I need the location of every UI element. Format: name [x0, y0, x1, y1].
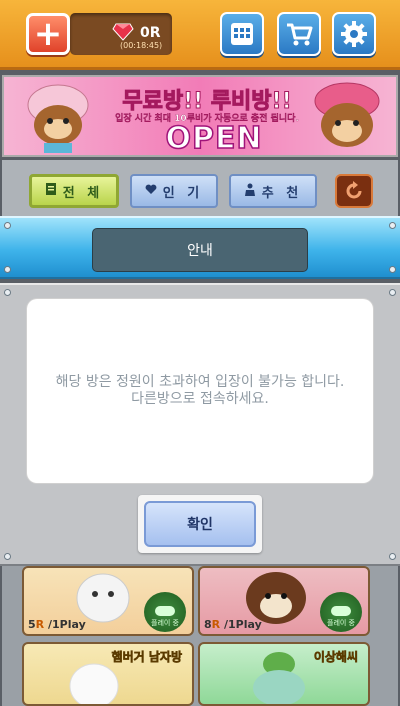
rivet [4, 289, 11, 296]
rivet [389, 289, 396, 296]
plus-icon: + [33, 14, 63, 54]
refresh-icon [346, 181, 362, 199]
mascot-left-image [27, 84, 89, 153]
room-card[interactable]: 5R /1Play 플레이 중 [22, 566, 194, 636]
shop-button[interactable] [277, 12, 321, 56]
rivet [4, 553, 11, 560]
person-icon [244, 183, 256, 200]
tab-recommended-label: 추 천 [261, 185, 303, 201]
room-price: 8R /1Play [204, 618, 262, 631]
dialog-body: 해당 방은 정원이 초과하여 입장이 불가능 합니다. 다른방으로 접속하세요.… [0, 283, 400, 566]
dialog-message-box: 해당 방은 정원이 초과하여 입장이 불가능 합니다. 다른방으로 접속하세요. [27, 299, 373, 483]
gamepad-icon [155, 606, 175, 616]
room-filter-tabs: 전 체 인 기 추 천 [2, 160, 398, 216]
room-name: 햄버거 남자방 [111, 650, 182, 665]
add-ruby-button[interactable]: + [26, 13, 70, 55]
room-price: 5R /1Play [28, 618, 86, 631]
dialog-title: 안내 [92, 228, 308, 272]
rivet [389, 553, 396, 560]
dialog-header: 안내 [0, 216, 400, 279]
ruby-balance: 0R (00:18:45) [70, 13, 172, 55]
settings-button[interactable] [332, 12, 376, 56]
ok-button[interactable]: 확인 [144, 501, 256, 547]
room-card[interactable]: 이상해씨 [198, 642, 370, 706]
dialog-message-line1: 해당 방은 정원이 초과하여 입장이 불가능 합니다. [55, 374, 345, 390]
gamepad-icon [331, 606, 351, 616]
ruby-icon [112, 23, 134, 41]
ruby-timer: (00:18:45) [120, 41, 163, 50]
gear-icon [341, 21, 367, 47]
room-card[interactable]: 8R /1Play 플레이 중 [198, 566, 370, 636]
room-card[interactable]: 햄버거 남자방 [22, 642, 194, 706]
refresh-button[interactable] [335, 174, 373, 208]
tab-popular[interactable]: 인 기 [130, 174, 218, 208]
rivet [4, 222, 11, 229]
rivet [389, 266, 396, 273]
banner-open-text: OPEN [165, 120, 263, 156]
heart-icon [145, 183, 157, 199]
grid-icon [231, 23, 253, 45]
tab-all-label: 전 체 [62, 185, 104, 201]
tab-popular-label: 인 기 [162, 185, 204, 201]
tab-recommended[interactable]: 추 천 [229, 174, 317, 208]
rivet [389, 222, 396, 229]
room-name: 이상해씨 [313, 650, 359, 665]
mascot-right-image [314, 82, 380, 147]
playing-badge: 플레이 중 [144, 592, 186, 632]
document-icon [45, 182, 57, 200]
tab-all[interactable]: 전 체 [29, 174, 119, 208]
playing-badge: 플레이 중 [320, 592, 362, 632]
plush-toy-image [253, 652, 305, 704]
rivet [4, 266, 11, 273]
ruby-count: 0R [140, 25, 161, 41]
top-bar: + 0R (00:18:45) [0, 0, 400, 70]
room-grid: 5R /1Play 플레이 중 8R /1Play 플레이 중 햄버거 남자방 [2, 566, 398, 706]
ok-button-frame: 확인 [138, 495, 262, 553]
promo-banner[interactable]: 무료방!! 루비방!! 입장 시간 최대 10루비가 자동으로 충전 됩니다. … [2, 75, 398, 157]
cart-icon [287, 23, 313, 46]
grid-menu-button[interactable] [220, 12, 264, 56]
dialog-message-line2: 다른방으로 접속하세요. [131, 391, 269, 407]
